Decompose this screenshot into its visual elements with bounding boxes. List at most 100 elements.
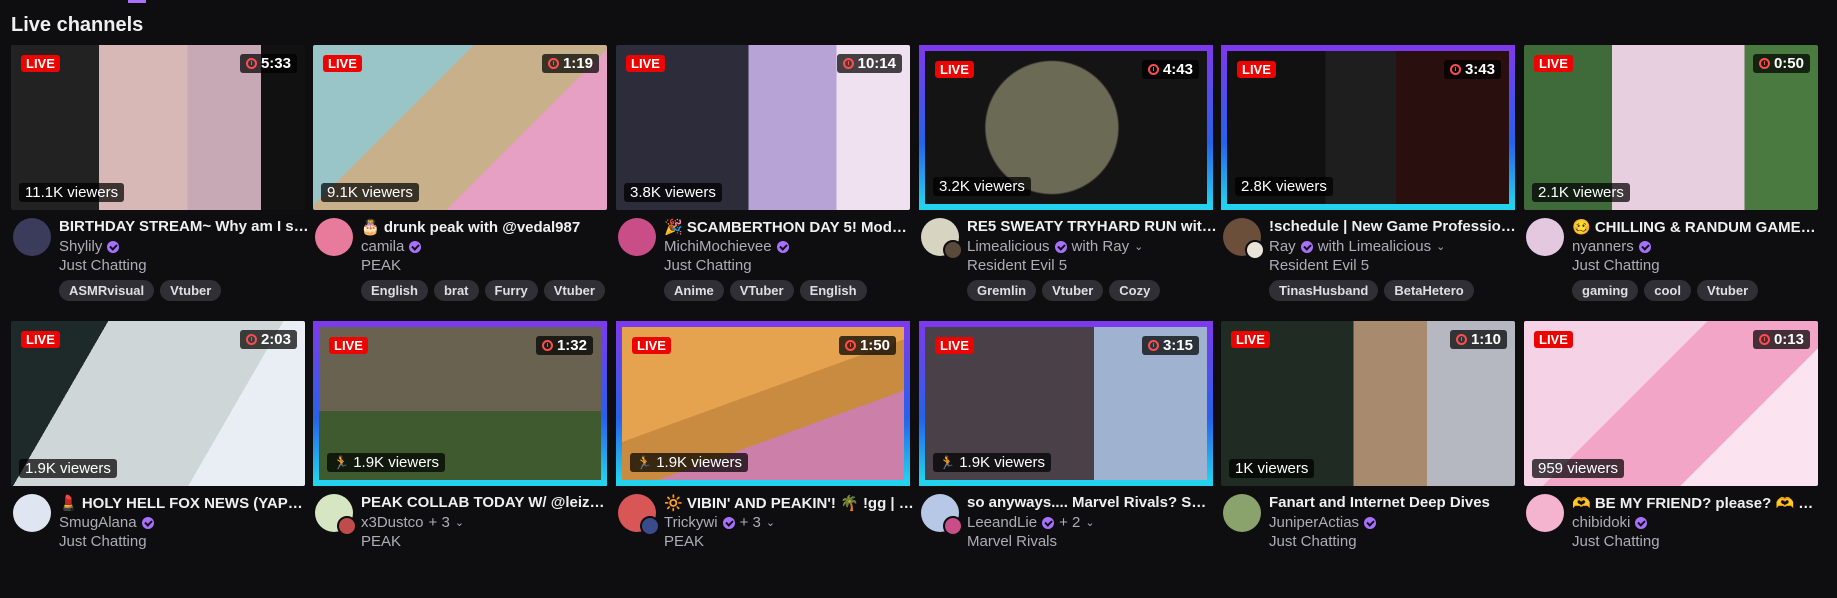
avatar[interactable] bbox=[1526, 218, 1564, 256]
stream-card[interactable]: LIVE 1:32 🏃 1.9K viewers PEAK COLLAB TODA… bbox=[313, 321, 611, 598]
stream-card[interactable]: LIVE 1:10 1K viewers Fanart and Internet… bbox=[1221, 321, 1515, 598]
category-link[interactable]: PEAK bbox=[361, 533, 401, 550]
chevron-down-icon[interactable]: ⌄ bbox=[1436, 240, 1445, 253]
channel-name[interactable]: Shylily bbox=[59, 238, 120, 255]
tag[interactable]: VTuber bbox=[729, 280, 794, 301]
channel-name[interactable]: Ray with Limealicious ⌄ bbox=[1269, 238, 1445, 255]
stream-title[interactable]: 🫶 BE MY FRIEND? please? 🫶 GR... bbox=[1572, 494, 1822, 512]
viewer-count: 2.1K viewers bbox=[1532, 183, 1630, 202]
category-link[interactable]: Just Chatting bbox=[1572, 533, 1660, 550]
channel-name[interactable]: x3Dustco + 3 ⌄ bbox=[361, 514, 464, 531]
stream-card[interactable]: LIVE 3:15 🏃 1.9K viewers so anyways.... M… bbox=[919, 321, 1217, 598]
tag[interactable]: BetaHetero bbox=[1384, 280, 1474, 301]
tag[interactable]: Cozy bbox=[1109, 280, 1161, 301]
tag-list: Anime VTuber English bbox=[664, 280, 867, 301]
avatar[interactable] bbox=[13, 494, 51, 532]
tag[interactable]: TinasHusband bbox=[1269, 280, 1379, 301]
stream-title[interactable]: PEAK COLLAB TODAY W/ @leizus... bbox=[361, 494, 611, 511]
stream-card[interactable]: LIVE 1:19 9.1K viewers 🎂 drunk peak with… bbox=[313, 45, 607, 322]
tag[interactable]: cool bbox=[1644, 280, 1691, 301]
tag[interactable]: Vtuber bbox=[1696, 280, 1759, 301]
channel-name[interactable]: camila bbox=[361, 238, 422, 255]
stream-title[interactable]: 🔆 VIBIN' AND PEAKIN'! 🌴 !gg | !... bbox=[664, 494, 914, 512]
channel-name[interactable]: LeeandLie + 2 ⌄ bbox=[967, 514, 1095, 531]
avatar[interactable] bbox=[618, 218, 656, 256]
stream-title[interactable]: Fanart and Internet Deep Dives bbox=[1269, 494, 1519, 511]
channel-name[interactable]: chibidoki bbox=[1572, 514, 1648, 531]
tag[interactable]: Gremlin bbox=[967, 280, 1037, 301]
stream-thumbnail[interactable]: LIVE 0:13 959 viewers bbox=[1524, 321, 1818, 486]
clock-icon bbox=[1758, 334, 1770, 345]
channel-name[interactable]: JuniperActias bbox=[1269, 514, 1377, 531]
avatar[interactable] bbox=[13, 218, 51, 256]
tag[interactable]: brat bbox=[433, 280, 479, 301]
tag[interactable]: Anime bbox=[664, 280, 724, 301]
stream-card[interactable]: LIVE 5:33 11.1K viewers BIRTHDAY STREAM~… bbox=[11, 45, 309, 322]
category-link[interactable]: Just Chatting bbox=[59, 533, 147, 550]
stream-thumbnail[interactable]: LIVE 1:10 1K viewers bbox=[1221, 321, 1515, 486]
category-link[interactable]: PEAK bbox=[361, 257, 401, 274]
stream-duration: 3:15 bbox=[1141, 336, 1199, 355]
tag[interactable]: Vtuber bbox=[160, 280, 222, 301]
stream-thumbnail[interactable]: LIVE 3:15 🏃 1.9K viewers bbox=[919, 321, 1213, 486]
viewer-count: 3.2K viewers bbox=[933, 177, 1031, 196]
stream-title[interactable]: !schedule | New Game Profession... bbox=[1269, 218, 1519, 235]
stream-title[interactable]: 🥴 CHILLING & RANDUM GAMEZ X... bbox=[1572, 218, 1822, 236]
channel-name[interactable]: SmugAlana bbox=[59, 514, 154, 531]
category-link[interactable]: PEAK bbox=[664, 533, 704, 550]
stream-card[interactable]: LIVE 1:50 🏃 1.9K viewers 🔆 VIBIN' AND PEA… bbox=[616, 321, 914, 598]
viewer-count: 1.9K viewers bbox=[19, 459, 117, 478]
stream-card[interactable]: LIVE 0:50 2.1K viewers 🥴 CHILLING & RAND… bbox=[1524, 45, 1822, 322]
channel-name[interactable]: Trickywi + 3 ⌄ bbox=[664, 514, 775, 531]
stream-thumbnail[interactable]: LIVE 10:14 3.8K viewers bbox=[616, 45, 910, 210]
tag[interactable]: gaming bbox=[1572, 280, 1639, 301]
avatar[interactable] bbox=[315, 218, 353, 256]
tag[interactable]: Furry bbox=[484, 280, 538, 301]
tag[interactable]: Vtuber bbox=[1042, 280, 1104, 301]
avatar[interactable] bbox=[1526, 494, 1564, 532]
clock-icon bbox=[1455, 334, 1467, 345]
stream-title[interactable]: so anyways.... Marvel Rivals? SNO... bbox=[967, 494, 1217, 511]
category-link[interactable]: Just Chatting bbox=[59, 257, 147, 274]
stream-card[interactable]: LIVE 0:13 959 viewers 🫶 BE MY FRIEND? pl… bbox=[1524, 321, 1822, 598]
tag[interactable]: Vtuber bbox=[543, 280, 605, 301]
category-link[interactable]: Marvel Rivals bbox=[967, 533, 1057, 550]
category-link[interactable]: Just Chatting bbox=[1269, 533, 1357, 550]
verified-icon bbox=[1300, 240, 1313, 253]
live-badge: LIVE bbox=[21, 55, 60, 72]
chevron-down-icon[interactable]: ⌄ bbox=[1134, 240, 1143, 253]
stream-card[interactable]: LIVE 10:14 3.8K viewers 🎉 SCAMBERTHON DA… bbox=[616, 45, 914, 322]
clock-icon bbox=[1449, 64, 1461, 75]
channel-name[interactable]: Limealicious with Ray ⌄ bbox=[967, 238, 1143, 255]
category-link[interactable]: Resident Evil 5 bbox=[967, 257, 1067, 274]
stream-title[interactable]: RE5 SWEATY TRYHARD RUN with ... bbox=[967, 218, 1217, 235]
stream-title[interactable]: BIRTHDAY STREAM~ Why am I sic... bbox=[59, 218, 309, 235]
tag[interactable]: English bbox=[799, 280, 867, 301]
tag[interactable]: ASMRvisual bbox=[59, 280, 155, 301]
stream-card[interactable]: LIVE 2:03 1.9K viewers 💄 HOLY HELL FOX N… bbox=[11, 321, 309, 598]
avatar[interactable] bbox=[1223, 494, 1261, 532]
chevron-down-icon[interactable]: ⌄ bbox=[455, 516, 464, 529]
stream-card[interactable]: LIVE 3:43 2.8K viewers !schedule | New G… bbox=[1221, 45, 1519, 322]
stream-title[interactable]: 🎉 SCAMBERTHON DAY 5! Modca... bbox=[664, 218, 914, 236]
stream-title[interactable]: 🎂 drunk peak with @vedal987 bbox=[361, 218, 611, 236]
stream-thumbnail[interactable]: LIVE 1:50 🏃 1.9K viewers bbox=[616, 321, 910, 486]
stream-thumbnail[interactable]: LIVE 5:33 11.1K viewers bbox=[11, 45, 305, 210]
category-link[interactable]: Just Chatting bbox=[1572, 257, 1660, 274]
stream-thumbnail[interactable]: LIVE 0:50 2.1K viewers bbox=[1524, 45, 1818, 210]
stream-thumbnail[interactable]: LIVE 2:03 1.9K viewers bbox=[11, 321, 305, 486]
stream-thumbnail[interactable]: LIVE 4:43 3.2K viewers bbox=[919, 45, 1213, 210]
stream-title[interactable]: 💄 HOLY HELL FOX NEWS (YAPPA... bbox=[59, 494, 309, 512]
chevron-down-icon[interactable]: ⌄ bbox=[766, 516, 775, 529]
stream-card[interactable]: LIVE 4:43 3.2K viewers RE5 SWEATY TRYHAR… bbox=[919, 45, 1217, 322]
category-link[interactable]: Resident Evil 5 bbox=[1269, 257, 1369, 274]
stream-thumbnail[interactable]: LIVE 1:19 9.1K viewers bbox=[313, 45, 607, 210]
stream-thumbnail[interactable]: LIVE 1:32 🏃 1.9K viewers bbox=[313, 321, 607, 486]
clock-icon bbox=[541, 340, 553, 351]
tag[interactable]: English bbox=[361, 280, 428, 301]
channel-name[interactable]: nyanners bbox=[1572, 238, 1651, 255]
category-link[interactable]: Just Chatting bbox=[664, 257, 752, 274]
chevron-down-icon[interactable]: ⌄ bbox=[1085, 516, 1094, 529]
stream-thumbnail[interactable]: LIVE 3:43 2.8K viewers bbox=[1221, 45, 1515, 210]
channel-name[interactable]: MichiMochievee bbox=[664, 238, 789, 255]
